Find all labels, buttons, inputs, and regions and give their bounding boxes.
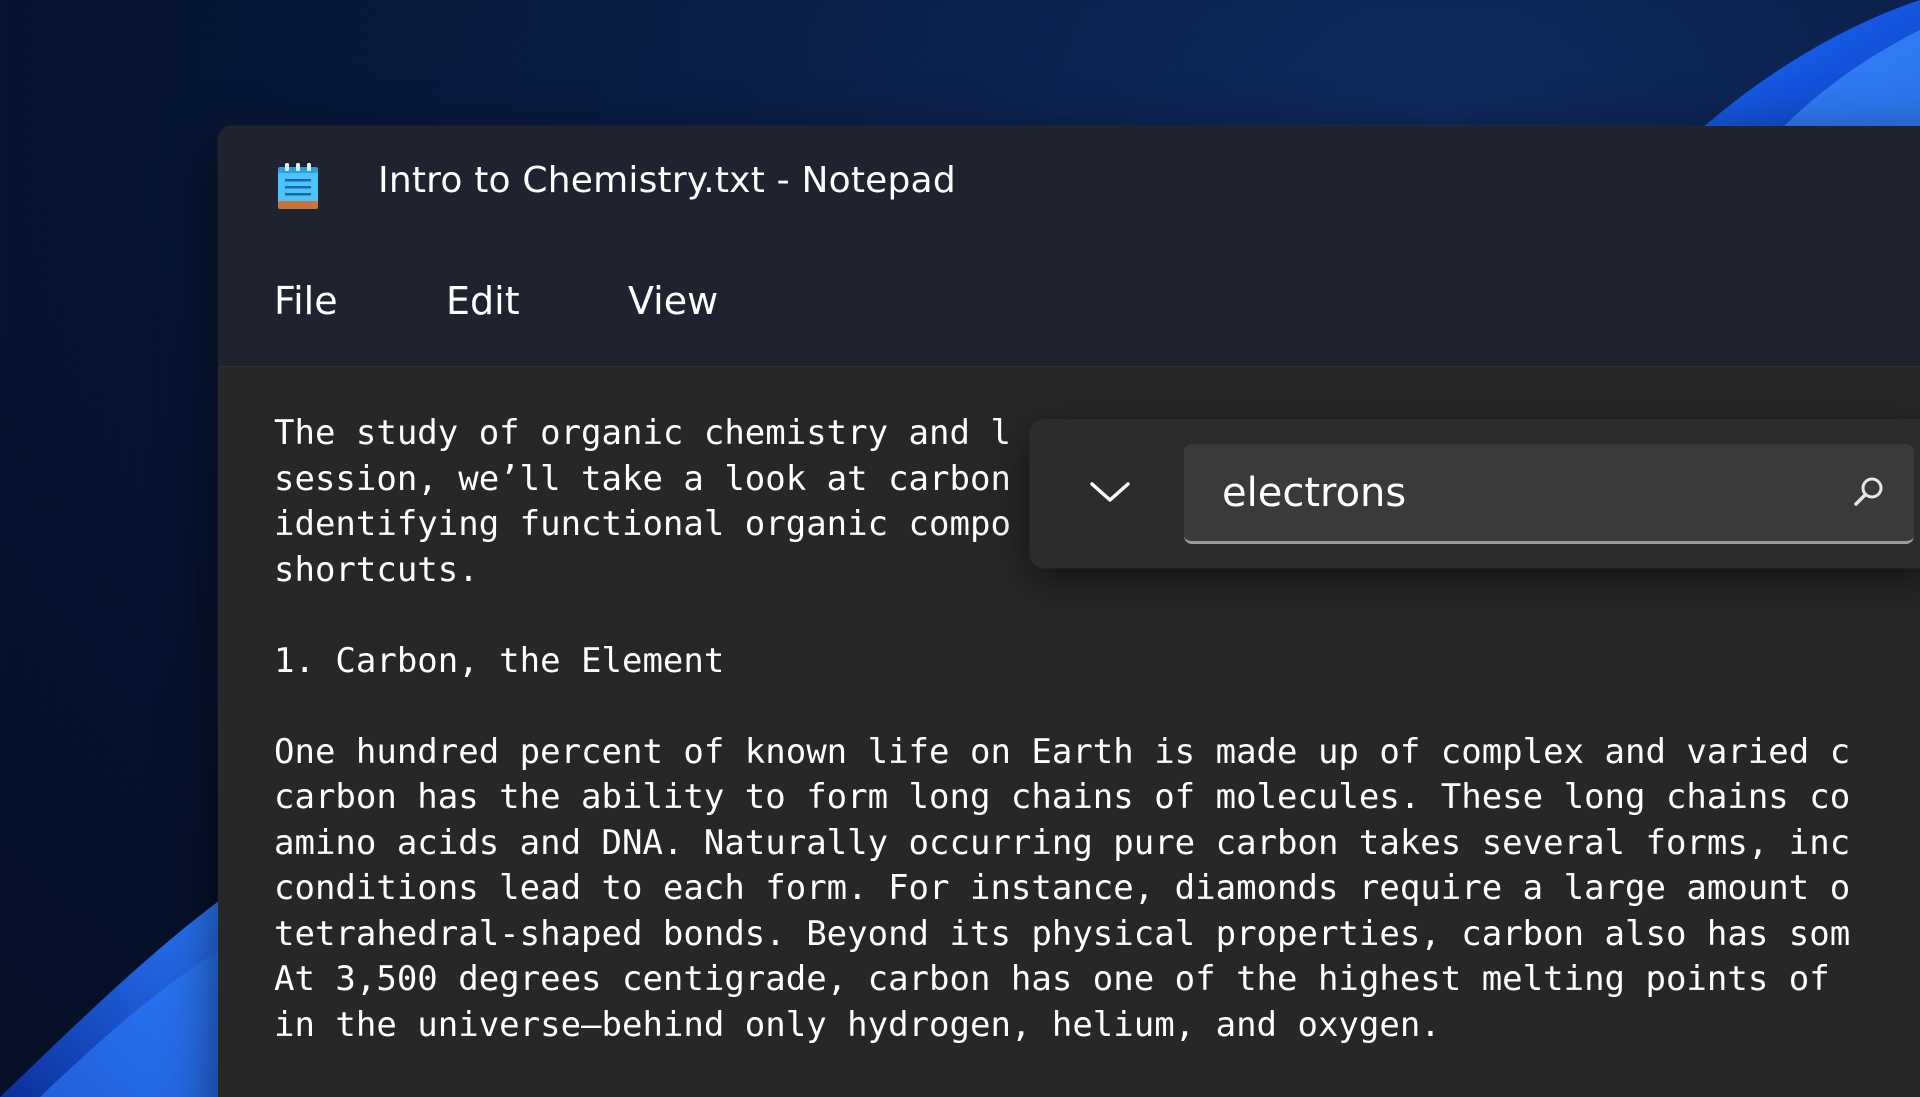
find-input-box bbox=[1184, 444, 1914, 544]
find-panel bbox=[1030, 420, 1920, 568]
notepad-window: Intro to Chemistry.txt - Notepad File Ed… bbox=[218, 126, 1920, 1097]
find-search-button[interactable] bbox=[1844, 468, 1894, 518]
find-input[interactable] bbox=[1184, 444, 1804, 541]
window-title: Intro to Chemistry.txt - Notepad bbox=[378, 160, 956, 201]
notepad-icon bbox=[276, 161, 320, 213]
menu-view[interactable]: View bbox=[628, 236, 718, 366]
search-icon bbox=[1852, 474, 1886, 512]
chevron-down-icon bbox=[1088, 478, 1132, 510]
menu-file[interactable]: File bbox=[274, 236, 338, 366]
title-bar[interactable]: Intro to Chemistry.txt - Notepad bbox=[218, 126, 1920, 236]
menu-bar: File Edit View bbox=[218, 236, 1920, 367]
menu-edit[interactable]: Edit bbox=[446, 236, 520, 366]
find-replace-toggle-button[interactable] bbox=[1080, 464, 1140, 524]
